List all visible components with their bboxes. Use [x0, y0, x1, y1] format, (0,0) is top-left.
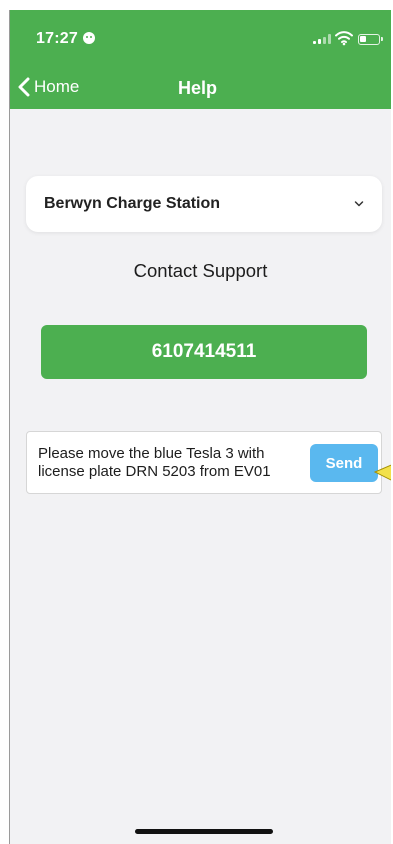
contact-support-label: Contact Support — [133, 260, 268, 281]
smiley-face-icon — [83, 32, 95, 44]
battery-icon — [358, 34, 383, 45]
device-frame: 17:27 Home Help Berwyn Charge Station Co… — [0, 0, 393, 844]
station-select-value: Berwyn Charge Station — [44, 195, 221, 212]
send-button[interactable]: Send — [310, 444, 378, 482]
status-time: 17:27 — [36, 30, 78, 47]
station-select[interactable]: Berwyn Charge Station — [26, 176, 382, 232]
navigation-bar: Home Help — [10, 68, 391, 108]
app-screen: 17:27 Home Help Berwyn Charge Station Co… — [9, 10, 391, 844]
status-bar: 17:27 — [10, 10, 391, 60]
cellular-signal-icon — [313, 34, 331, 44]
chevron-down-icon — [354, 201, 364, 207]
home-indicator — [135, 829, 273, 834]
page-title: Help — [177, 78, 217, 98]
message-input[interactable]: Please move the blue Tesla 3 with licens… — [26, 431, 382, 494]
message-input-value: Please move the blue Tesla 3 with licens… — [38, 445, 271, 480]
call-support-button[interactable]: 6107414511 — [41, 325, 367, 379]
pointer-arrow-icon — [373, 464, 391, 481]
wifi-icon — [335, 31, 353, 46]
app-header: 17:27 Home Help — [10, 10, 391, 109]
